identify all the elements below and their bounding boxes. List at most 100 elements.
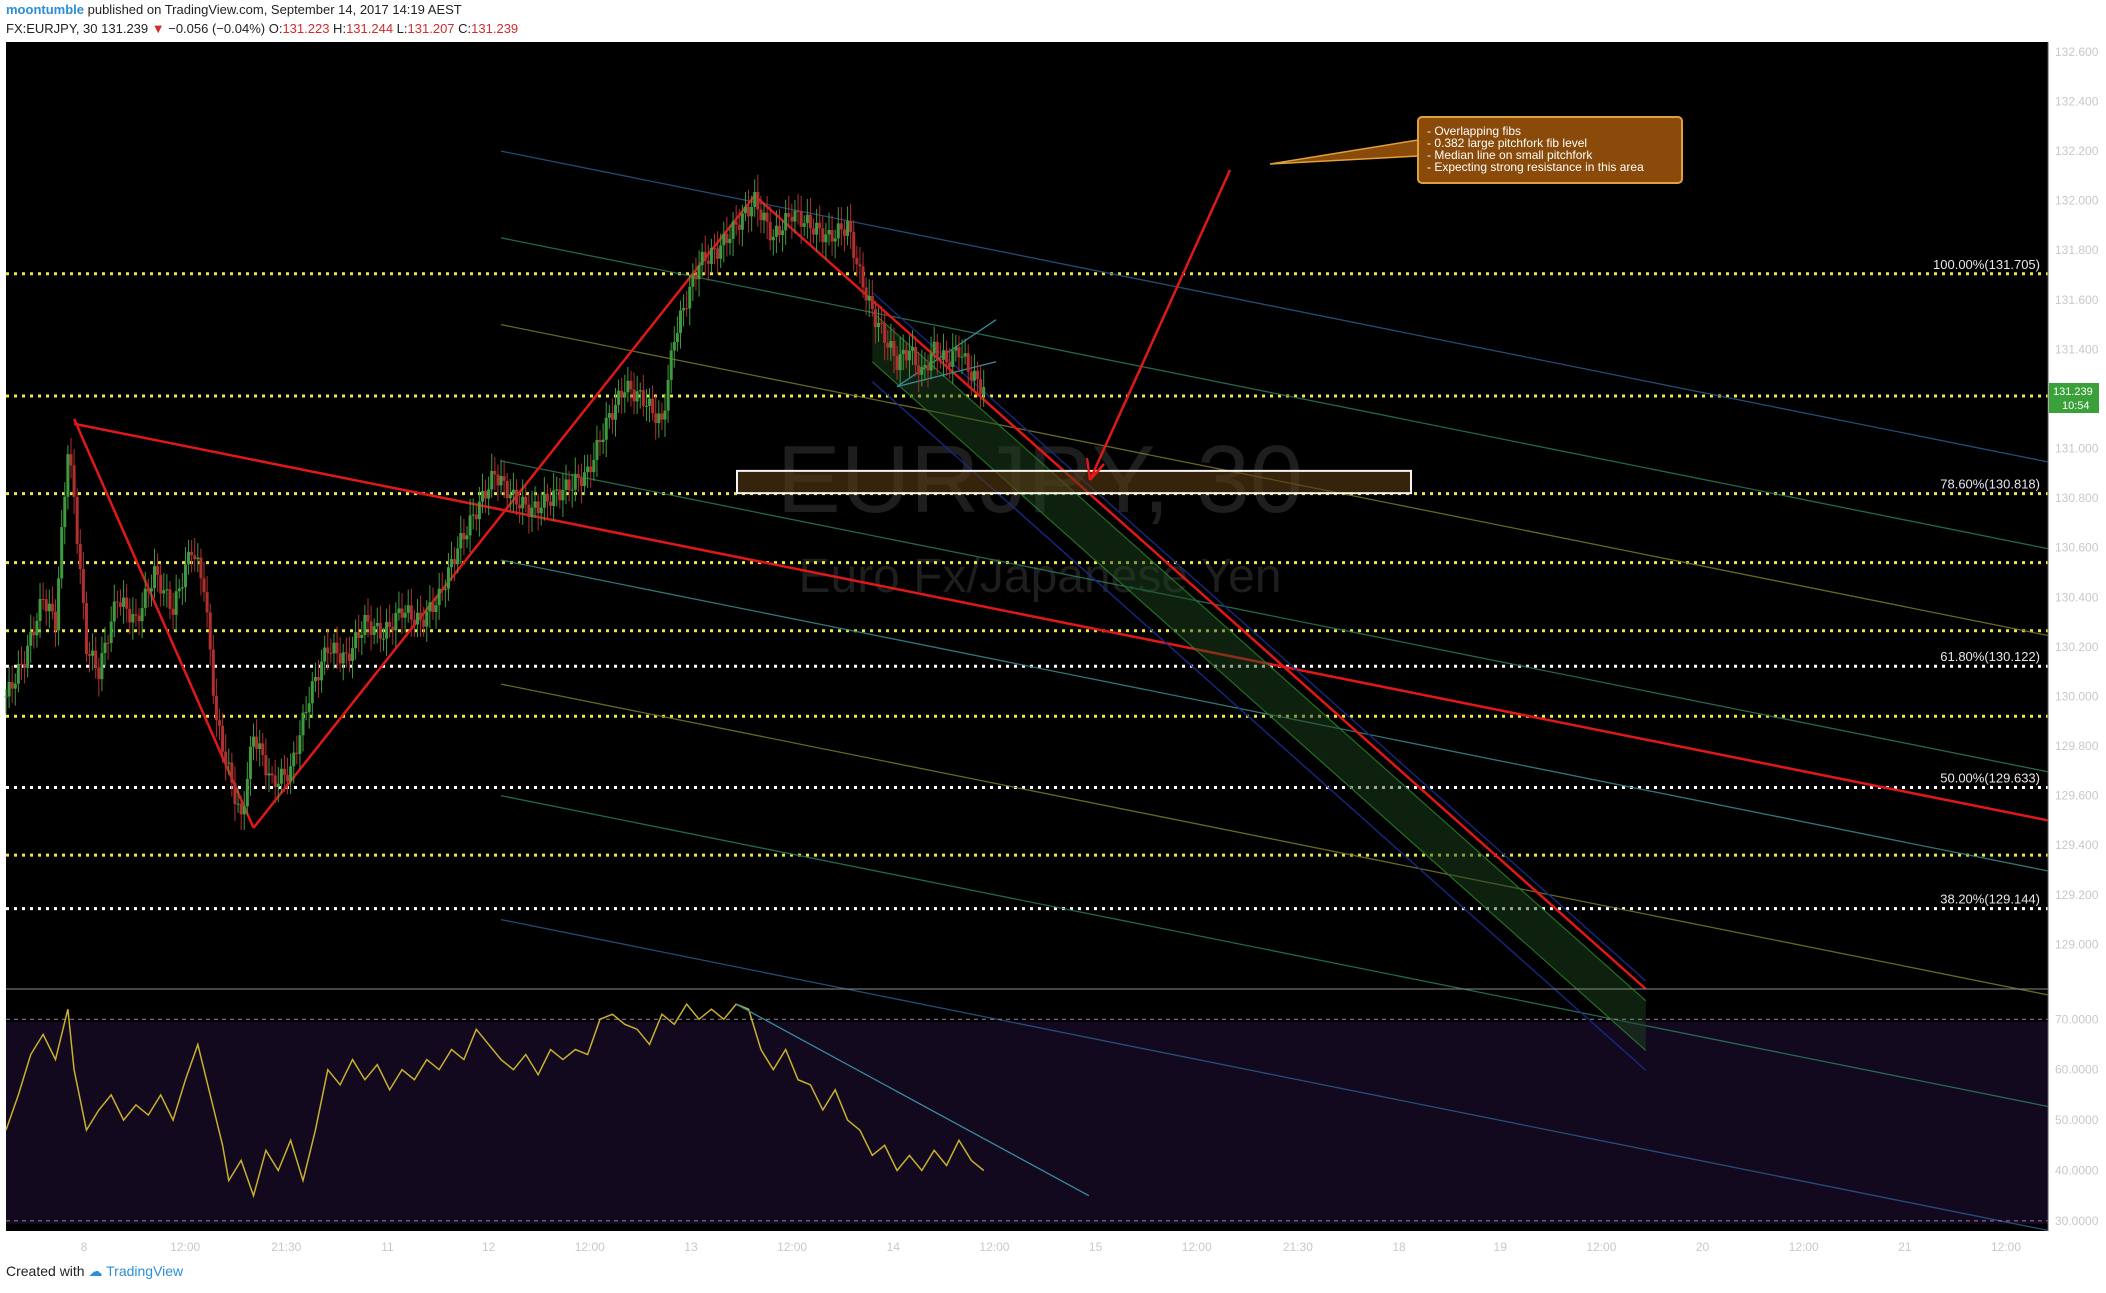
candle-body [703,251,707,261]
candle-body [378,622,382,639]
price-badge-timer: 10:54 [2062,400,2090,412]
candle-body [799,211,803,227]
candle-body [555,489,559,491]
time-axis-tick: 21:30 [271,1240,301,1254]
fib-level-label: 50.00%(129.633) [1940,770,2040,785]
candle-body [425,611,429,627]
candle-body [635,391,639,402]
candle-body [242,806,246,815]
candle-body [589,466,593,473]
candle-body [923,365,927,368]
candle-body [422,619,426,627]
candle-body [174,591,178,615]
price-axis-tick: 131.000 [2055,442,2099,456]
candle-body [143,588,147,608]
candle-body [137,615,141,622]
candle-body [632,389,636,402]
time-axis-tick: 21 [1898,1240,1912,1254]
candle-body [725,233,729,244]
candle-body [688,286,692,309]
candle-body [982,387,986,395]
open-value: 131.223 [282,21,330,36]
candle-body [381,638,385,640]
candle-body [450,559,454,568]
candle-body [657,413,661,424]
candle-body [453,559,457,565]
symbol-label[interactable]: FX:EURJPY, 30 [6,21,98,36]
candle-body [115,601,119,603]
candle-body [935,341,939,359]
candle-body [304,712,308,714]
candle-body [527,504,531,518]
change-arrow-icon: ▼ [151,21,165,36]
candle-body [270,773,274,776]
candle-body [678,310,682,334]
candle-body [586,466,590,473]
candle-body [583,472,587,487]
candle-body [493,470,497,475]
candle-body [10,681,14,689]
candle-body [901,349,905,354]
candle-body [842,229,846,236]
candle-body [490,470,494,490]
last-price: 131.239 [97,21,152,36]
candle-body [728,238,732,244]
candle-body [818,222,822,229]
candle-body [75,496,79,544]
candle-body [320,661,324,681]
candle-body [979,379,983,395]
author-link[interactable]: moontumble [6,2,84,17]
candle-body [833,238,837,242]
candle-body [932,341,936,354]
rsi-axis-tick: 40.0000 [2055,1164,2099,1178]
candle-body [740,213,744,230]
candle-body [261,743,265,756]
candle-body [620,390,624,398]
candle-body [812,228,816,235]
candle-body [357,632,361,638]
time-axis-tick: 12:00 [979,1240,1009,1254]
price-axis-tick: 130.000 [2055,689,2099,703]
tradingview-link[interactable]: TradingView [106,1263,183,1279]
candle-body [332,642,336,654]
candle-body [607,413,611,418]
candle-body [480,490,484,502]
candle-body [19,663,23,665]
candle-body [165,589,169,591]
candle-body [595,439,599,460]
candle-body [415,612,419,625]
candle-body [629,380,633,390]
footer: Created with ☁ TradingView [6,1263,183,1280]
candle-body [830,229,834,242]
candle-body [32,631,36,636]
candle-body [938,358,942,360]
candle-body [521,496,525,509]
candle-body [7,681,11,697]
candle-body [889,341,893,348]
candle-body [292,752,296,767]
close-label: C: [454,21,472,36]
candle-body [400,608,404,618]
candle-body [941,350,945,360]
price-axis-tick: 132.000 [2055,194,2099,208]
candle-body [187,551,191,565]
chart-canvas[interactable]: EURJPY, 30 Euro Fx/Japanese Yen 100.00%(… [0,0,2106,1293]
candle-body [177,588,181,592]
candle-body [824,234,828,243]
candle-body [465,535,469,540]
candle-body [41,598,45,600]
price-axis-tick: 129.600 [2055,789,2099,803]
candle-body [855,257,859,265]
candle-body [60,527,64,579]
low-value: 131.207 [407,21,455,36]
candle-body [419,612,423,620]
candle-body [431,602,435,612]
fib-level-label: 78.60%(130.818) [1940,477,2040,492]
candle-body [468,515,472,536]
candle-body [369,621,373,635]
candle-body [508,494,512,499]
candle-body [88,654,92,656]
candle-body [713,247,717,249]
time-axis-tick: 8 [81,1240,88,1254]
candle-body [700,251,704,266]
